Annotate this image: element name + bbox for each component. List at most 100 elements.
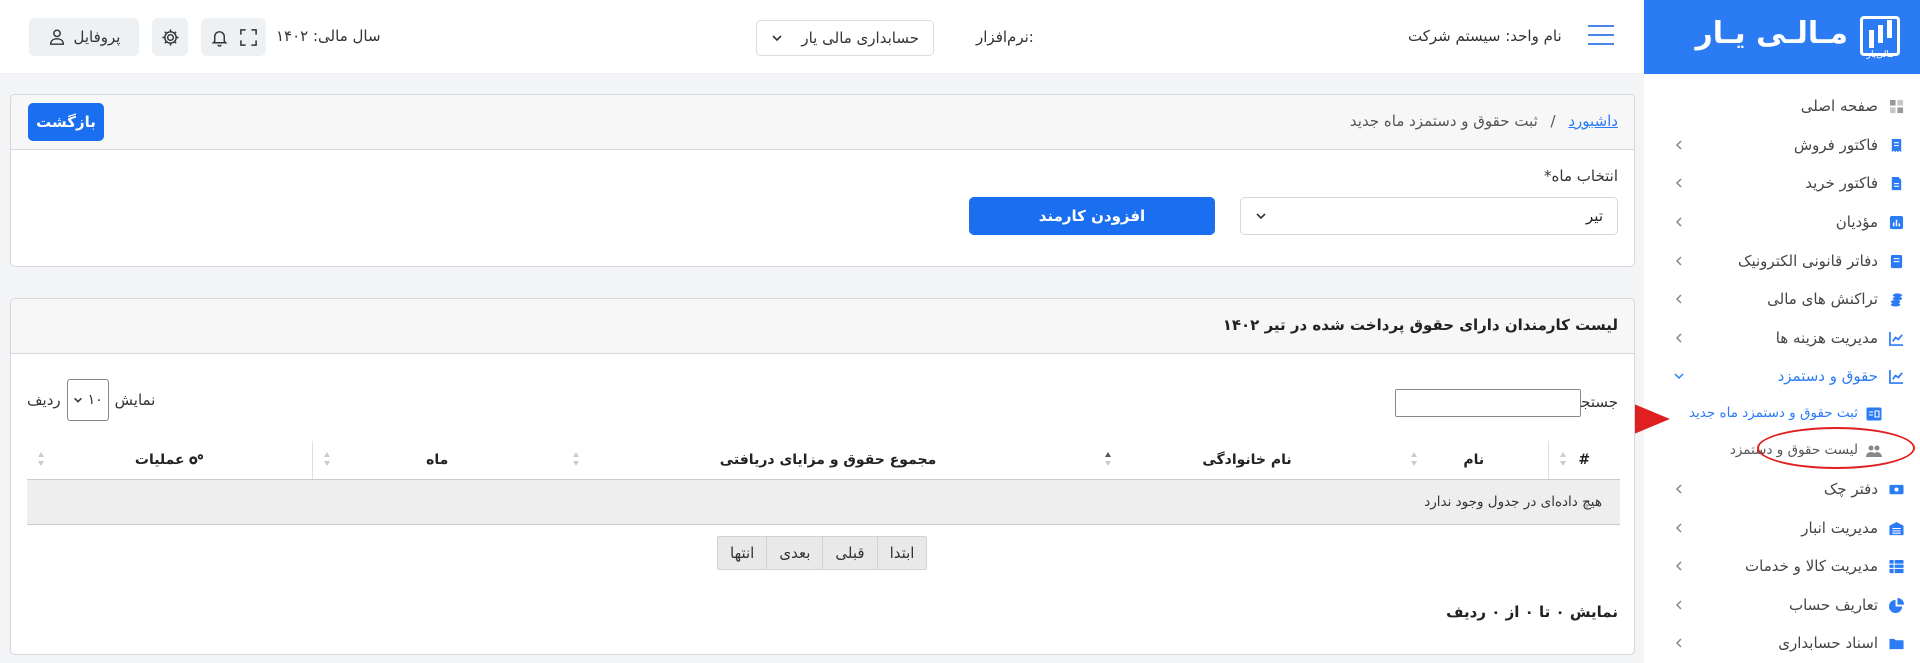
expand-icon <box>239 28 257 46</box>
employee-table: # نام نام خانوادگی مجموع حقوق و مزایای د… <box>27 441 1620 525</box>
sidebar-item-label: مدیریت هزینه ها <box>1775 329 1878 347</box>
profile-button[interactable]: پروفایل <box>29 18 139 56</box>
add-employee-button[interactable]: افزودن کارمند <box>969 197 1215 235</box>
sidebar-item-transactions[interactable]: تراکنش های مالی <box>1644 284 1920 314</box>
highlight-circle <box>1757 427 1915 469</box>
sidebar-item-label: فاکتور فروش <box>1793 136 1878 154</box>
back-button[interactable]: بازگشت <box>28 103 104 141</box>
menu-toggle-icon[interactable] <box>1588 25 1614 47</box>
sidebar-item-label: دفتر چک <box>1823 480 1878 498</box>
software-value: حسابداری مالی یار <box>801 29 919 47</box>
sidebar-item-label: مدیریت انبار <box>1801 519 1878 537</box>
sidebar-item-label: مدیریت کالا و خدمات <box>1745 557 1878 575</box>
chevron-left-icon <box>1675 638 1682 648</box>
sort-icon <box>1559 452 1566 466</box>
month-select[interactable]: تیر <box>1240 197 1618 235</box>
book-icon <box>1888 253 1904 269</box>
sort-icon <box>38 452 44 466</box>
sidebar-item-taxpayers[interactable]: مؤدیان <box>1644 207 1920 237</box>
sidebar-item-purchase-invoice[interactable]: فاکتور خرید <box>1644 168 1920 198</box>
card-header: لیست کارمندان دارای حقوق پرداخت شده در ت… <box>11 299 1634 354</box>
sidebar-item-electronic-ledgers[interactable]: دفاتر قانونی الکترونیک <box>1644 246 1920 276</box>
sidebar-item-checkbook[interactable]: دفتر چک <box>1644 474 1920 504</box>
sort-icon <box>1411 452 1417 466</box>
search-input[interactable] <box>1395 389 1581 417</box>
list-title: لیست کارمندان دارای حقوق پرداخت شده در ت… <box>1222 316 1618 334</box>
line-chart-icon <box>1888 330 1904 346</box>
chevron-left-icon <box>1675 600 1682 610</box>
sidebar-item-label: حقوق و دستمزد <box>1777 367 1878 385</box>
sidebar-item-account-definitions[interactable]: تعاریف حساب <box>1644 590 1920 620</box>
sort-icon <box>573 452 579 466</box>
breadcrumb-current: ثبت حقوق و دستمزد ماه جدید <box>1349 112 1538 130</box>
sidebar-item-label: تراکنش های مالی <box>1767 290 1878 308</box>
sidebar-item-sales-invoice[interactable]: فاکتور فروش <box>1644 130 1920 160</box>
breadcrumb-separator: / <box>1550 112 1556 130</box>
column-header-first-name[interactable]: نام <box>1400 441 1548 480</box>
chevron-left-icon <box>1675 523 1682 533</box>
sidebar-item-expenses[interactable]: مدیریت هزینه ها <box>1644 323 1920 353</box>
column-header-month[interactable]: ماه <box>311 441 562 480</box>
settings-button[interactable] <box>152 18 188 56</box>
sidebar-item-label: اسناد حسابداری <box>1778 634 1878 652</box>
empty-message: هیچ داده‌ای در جدول وجود ندارد <box>27 479 1620 525</box>
brand-logo[interactable]: مـالـی یـار مالی‌یار <box>1644 0 1920 74</box>
top-bar: پروفایل سال مالی: ۱۴۰۲ حسابداری مالی یار… <box>0 0 1644 74</box>
chevron-left-icon <box>1675 140 1682 150</box>
pager-prev[interactable]: قبلی <box>822 537 876 569</box>
gear-icon <box>161 28 179 46</box>
chevron-down-icon <box>1674 373 1684 380</box>
payroll-form-card: داشبورد / ثبت حقوق و دستمزد ماه جدید باز… <box>10 94 1635 267</box>
warehouse-icon <box>1888 520 1904 536</box>
chevron-left-icon <box>1675 333 1682 343</box>
month-value: تیر <box>1586 207 1603 225</box>
brand-name: مـالـی یـار <box>1695 16 1848 51</box>
sidebar-item-products[interactable]: مدیریت کالا و خدمات <box>1644 551 1920 581</box>
column-header-index[interactable]: # <box>1547 441 1620 480</box>
table-header-row: # نام نام خانوادگی مجموع حقوق و مزایای د… <box>27 441 1620 480</box>
table-info: نمایش ۰ تا ۰ از ۰ ردیف <box>1446 603 1618 621</box>
unit-name: نام واحد: سیستم شرکت <box>1408 27 1562 45</box>
card-header: داشبورد / ثبت حقوق و دستمزد ماه جدید باز… <box>11 95 1634 150</box>
folder-icon <box>1888 635 1904 651</box>
page-length-value: ۱۰ <box>87 392 103 408</box>
gears-icon <box>188 453 203 465</box>
money-icon <box>1888 481 1904 497</box>
pagination: ابتدا قبلی بعدی انتها <box>717 536 928 570</box>
fullscreen-button[interactable] <box>230 18 266 56</box>
id-card-icon <box>1866 407 1882 421</box>
sidebar: صفحه اصلی فاکتور فروش فاکتور خرید مؤدیان… <box>1644 74 1920 663</box>
sort-icon <box>323 452 330 466</box>
sidebar-item-label: فاکتور خرید <box>1805 174 1878 192</box>
sidebar-item-payroll[interactable]: حقوق و دستمزد <box>1644 361 1920 391</box>
chevron-left-icon <box>1675 178 1682 188</box>
software-select[interactable]: حسابداری مالی یار <box>756 20 934 56</box>
chevron-down-icon <box>772 35 782 42</box>
chevron-down-icon <box>73 397 82 403</box>
sidebar-item-home[interactable]: صفحه اصلی <box>1644 91 1920 121</box>
breadcrumb-home-link[interactable]: داشبورد <box>1568 112 1618 130</box>
column-header-total-salary[interactable]: مجموع حقوق و مزایای دریافتی <box>562 441 1094 480</box>
pager-last[interactable]: انتها <box>718 537 766 569</box>
pager-next[interactable]: بعدی <box>766 537 822 569</box>
sidebar-subitem-label: ثبت حقوق و دستمزد ماه جدید <box>1688 405 1858 421</box>
dashboard-icon <box>1888 98 1904 114</box>
fiscal-year: سال مالی: ۱۴۰۲ <box>276 27 381 45</box>
show-label: نمایش <box>114 391 156 409</box>
sidebar-item-accounting-docs[interactable]: اسناد حسابداری <box>1644 628 1920 658</box>
profile-label: پروفایل <box>73 28 121 46</box>
page-length-control: نمایش ۱۰ ردیف <box>27 379 155 421</box>
chevron-left-icon <box>1675 217 1682 227</box>
sidebar-subitem-new-payroll[interactable]: ثبت حقوق و دستمزد ماه جدید <box>1644 399 1920 429</box>
pager-first[interactable]: ابتدا <box>876 537 927 569</box>
brand-sub: مالی‌یار <box>1866 50 1894 60</box>
table-icon <box>1888 558 1904 574</box>
page-length-select[interactable]: ۱۰ <box>66 379 109 421</box>
sidebar-item-warehouse[interactable]: مدیریت انبار <box>1644 513 1920 543</box>
sidebar-item-label: دفاتر قانونی الکترونیک <box>1738 252 1878 270</box>
invoice-icon <box>1888 137 1904 153</box>
column-header-actions[interactable]: عملیات <box>27 441 312 480</box>
column-header-last-name[interactable]: نام خانوادگی <box>1094 441 1400 480</box>
rows-label: ردیف <box>27 391 61 409</box>
chevron-left-icon <box>1675 484 1682 494</box>
